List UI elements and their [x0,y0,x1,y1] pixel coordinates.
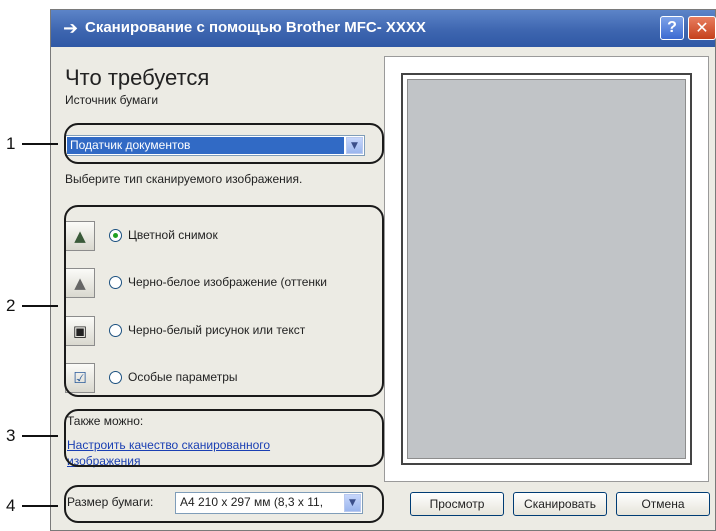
callout-leader-2 [22,305,58,307]
paper-source-label: Источник бумаги [65,93,159,107]
callout-box-1 [64,123,384,164]
cancel-button[interactable]: Отмена [616,492,710,516]
preview-button[interactable]: Просмотр [410,492,504,516]
preview-area [384,56,709,482]
callout-number-2: 2 [6,296,16,315]
callout-number-1: 1 [6,134,16,153]
help-button[interactable]: ? [660,16,684,40]
callout-box-4 [64,485,384,523]
callout-number-4: 4 [6,496,16,515]
close-button[interactable]: ✕ [688,16,716,40]
scan-button[interactable]: Сканировать [513,492,607,516]
callout-box-2 [64,205,384,397]
arrow-right-icon: ➔ [63,18,79,39]
preview-frame [401,73,692,465]
scan-type-prompt: Выберите тип сканируемого изображения. [65,172,303,186]
callout-leader-1 [22,143,58,145]
callout-box-3 [64,409,384,467]
callout-number-3: 3 [6,426,16,445]
callout-leader-4 [22,505,58,507]
title-bar[interactable]: ➔ Сканирование с помощью Brother MFC- XX… [51,10,716,47]
callout-leader-3 [22,435,58,437]
window-title: Сканирование с помощью Brother MFC- XXXX [85,19,426,36]
preview-page [407,79,686,459]
page-title: Что требуется [65,65,210,90]
